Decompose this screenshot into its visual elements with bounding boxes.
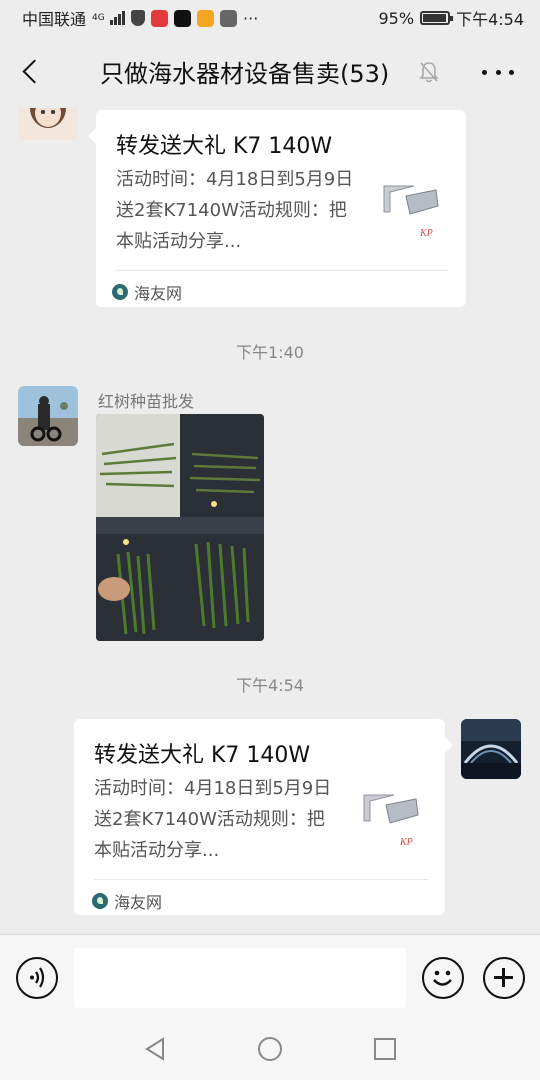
image-message[interactable] [96,414,264,641]
gallery-icon [220,9,238,27]
message-list[interactable]: 转发送大礼 K7 140W 活动时间：4月18日到5月9日送2套K7140W活动… [0,108,540,934]
shield-icon [131,10,146,26]
status-right: 95% 下午4:54 [379,6,525,30]
card-description: 活动时间：4月18日到5月9日送2套K7140W活动规则：把本贴活动分享... [94,778,332,861]
system-nav-bar [0,1020,540,1080]
avatar[interactable] [461,719,521,779]
card-divider [116,270,448,271]
signal-icon [110,11,126,25]
message-input[interactable] [74,948,406,1008]
sender-name: 红树种苗批发 [98,392,195,411]
app-icon [197,9,215,27]
voice-icon[interactable] [16,957,58,999]
carrier-label: 中国联通 [22,10,87,29]
avatar[interactable] [18,108,78,140]
chat-title: 只做海水器材设备售卖(53) [100,60,390,88]
emoji-icon[interactable] [422,957,464,999]
source-name: 海友网 [114,893,163,912]
nav-back-icon[interactable] [143,1036,167,1062]
more-dots-icon[interactable] [482,58,514,86]
timestamp: 下午1:40 [236,343,304,362]
card-source: 海友网 [92,889,162,913]
avatar[interactable] [18,386,78,446]
card-description: 活动时间：4月18日到5月9日送2套K7140W活动规则：把本贴活动分享... [116,169,354,252]
clock: 下午4:54 [456,10,524,29]
more-notifications-icon: ··· [243,8,259,28]
card-thumbnail: KP [356,787,436,857]
status-bar: 中国联通 4G ··· 95% 下午4:54 [0,0,540,36]
news-app-icon [151,9,169,27]
card-title: 转发送大礼 K7 140W [94,743,311,768]
input-bar [0,934,540,1020]
card-divider [94,879,428,880]
source-logo-icon [92,893,108,909]
svg-text:KP: KP [419,228,433,239]
tiktok-icon [174,9,192,27]
status-left: 中国联通 4G ··· [22,6,258,30]
timestamp: 下午4:54 [236,676,304,695]
svg-text:KP: KP [399,837,413,848]
bell-off-icon [418,60,440,84]
chat-header: 只做海水器材设备售卖(53) [0,36,540,108]
card-thumbnail: KP [376,178,456,248]
source-logo-icon [112,284,128,300]
link-card[interactable]: 转发送大礼 K7 140W 活动时间：4月18日到5月9日送2套K7140W活动… [74,719,453,915]
back-arrow-icon[interactable] [20,58,42,86]
network-type: 4G [92,13,105,23]
nav-home-icon[interactable] [258,1037,282,1061]
card-title: 转发送大礼 K7 140W [116,134,333,159]
battery-icon [420,11,454,25]
plus-icon[interactable] [483,957,525,999]
link-card[interactable]: 转发送大礼 K7 140W 活动时间：4月18日到5月9日送2套K7140W活动… [88,110,466,307]
nav-recent-icon[interactable] [374,1038,396,1060]
source-name: 海友网 [134,284,183,303]
card-source: 海友网 [112,280,182,304]
battery-percent: 95% [378,8,415,28]
